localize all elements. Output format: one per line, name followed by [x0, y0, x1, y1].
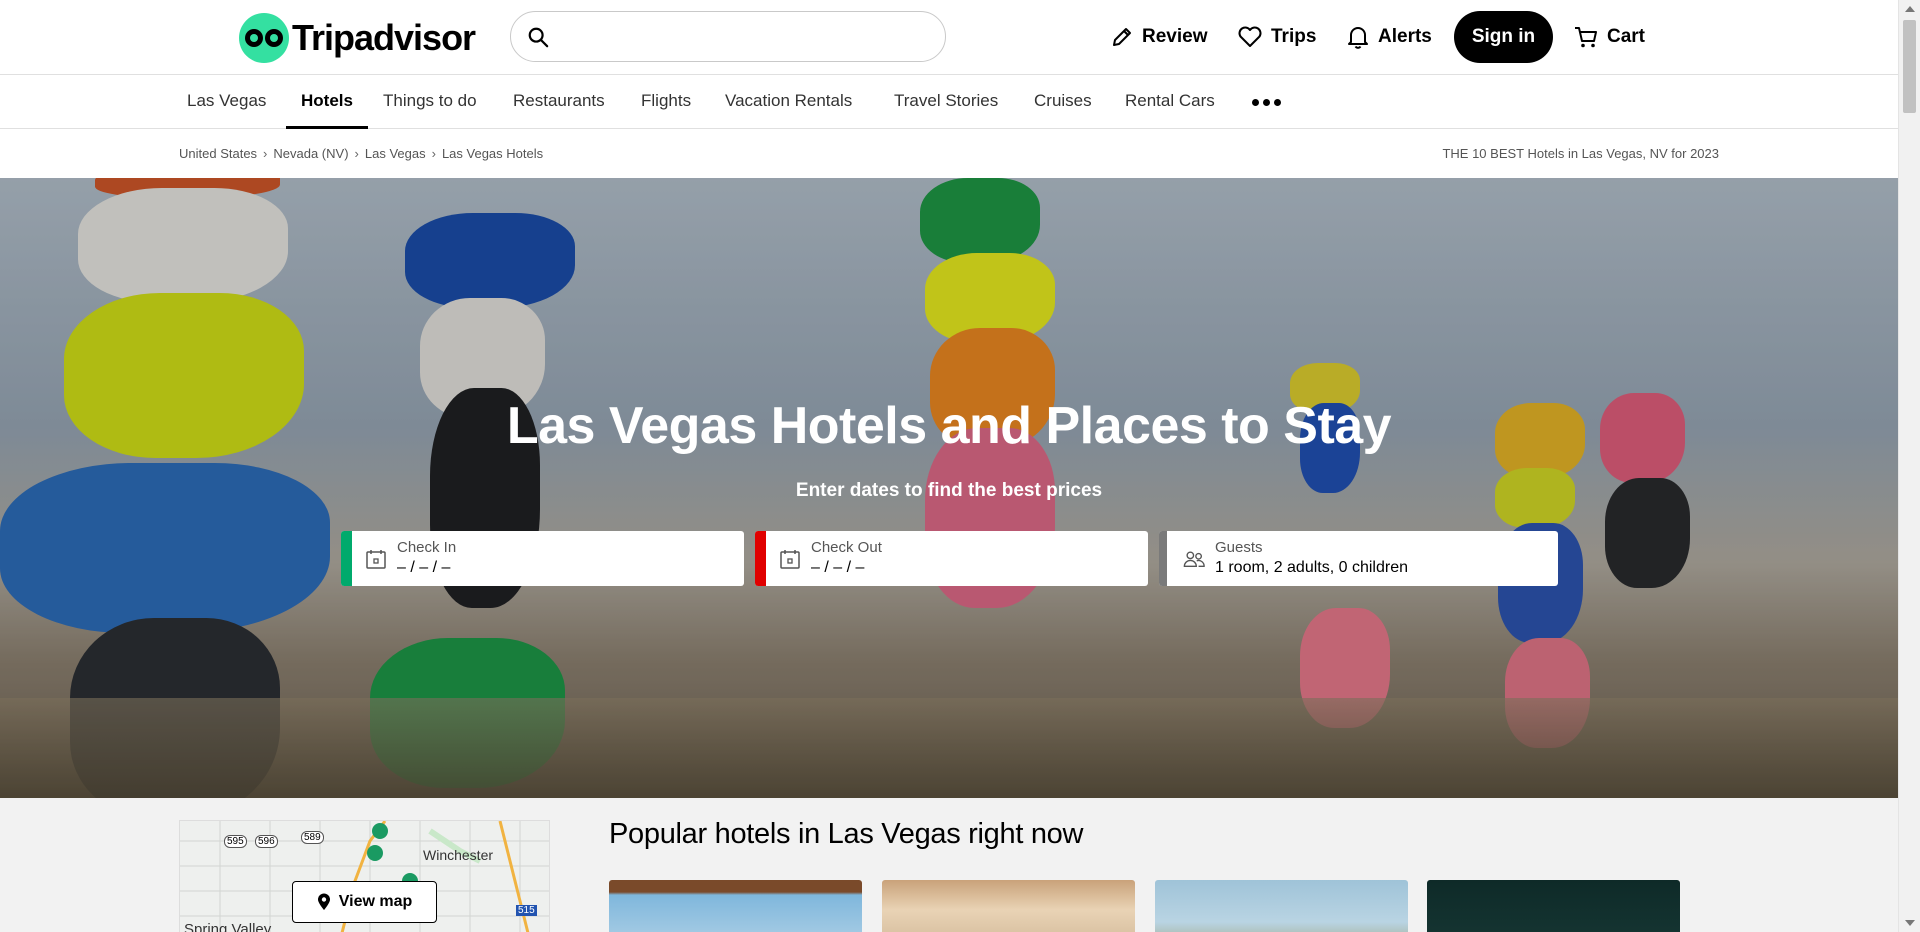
map-preview[interactable]: 595 596 589 515 Winchester Spring Valley…	[179, 820, 550, 932]
scroll-up-arrow-icon[interactable]	[1905, 6, 1915, 12]
cart-icon	[1575, 27, 1597, 48]
trips-link[interactable]: Trips	[1237, 11, 1316, 63]
section-title: Popular hotels in Las Vegas right now	[609, 818, 1084, 850]
breadcrumb: United States › Nevada (NV) › Las Vegas …	[179, 146, 543, 161]
calendar-icon	[366, 550, 386, 569]
hotel-card-image[interactable]	[609, 880, 862, 932]
sign-in-button[interactable]: Sign in	[1454, 11, 1553, 63]
tab-things-to-do[interactable]: Things to do	[383, 75, 477, 129]
map-pin-icon	[317, 893, 330, 910]
tripadvisor-logo[interactable]: Tripadvisor	[239, 13, 476, 63]
check-in-label: Check In	[397, 539, 457, 556]
category-tabs: Las Vegas Hotels Things to do Restaurant…	[0, 75, 1898, 129]
tab-las-vegas[interactable]: Las Vegas	[187, 75, 266, 129]
route-shield: 515	[516, 905, 537, 916]
owl-logo-icon	[239, 13, 289, 63]
hero-banner: Las Vegas Hotels and Places to Stay Ente…	[0, 178, 1898, 798]
scroll-down-arrow-icon[interactable]	[1905, 920, 1915, 926]
hotel-card-image[interactable]	[1155, 880, 1408, 932]
hotel-card-image[interactable]	[882, 880, 1135, 932]
breadcrumb-nevada[interactable]: Nevada (NV)	[273, 146, 348, 161]
breadcrumb-las-vegas-hotels: Las Vegas Hotels	[441, 146, 544, 161]
tab-travel-stories[interactable]: Travel Stories	[894, 75, 998, 129]
search-icon	[528, 27, 549, 48]
more-tabs-button[interactable]	[1252, 75, 1281, 129]
view-map-label: View map	[338, 893, 413, 910]
review-link[interactable]: Review	[1110, 11, 1207, 63]
guests-field[interactable]: Guests 1 room, 2 adults, 0 children	[1159, 531, 1558, 586]
breadcrumb-bar: United States › Nevada (NV) › Las Vegas …	[0, 129, 1898, 178]
content-area: 595 596 589 515 Winchester Spring Valley…	[0, 798, 1898, 932]
check-out-field[interactable]: Check Out – / – / –	[755, 531, 1148, 586]
map-place-label: Spring Valley	[184, 921, 272, 932]
hero-title: Las Vegas Hotels and Places to Stay	[506, 397, 1392, 455]
alerts-link[interactable]: Alerts	[1346, 11, 1432, 63]
route-shield: 595	[224, 835, 247, 848]
pencil-icon	[1113, 28, 1131, 46]
heart-icon	[1238, 26, 1262, 47]
guests-value: 1 room, 2 adults, 0 children	[1215, 559, 1408, 576]
route-shield: 589	[301, 831, 324, 844]
tab-cruises[interactable]: Cruises	[1034, 75, 1092, 129]
page-scrollbar[interactable]	[1898, 0, 1920, 932]
page-heading: THE 10 BEST Hotels in Las Vegas, NV for …	[1442, 146, 1719, 161]
tab-flights[interactable]: Flights	[641, 75, 691, 129]
search-input[interactable]	[510, 11, 946, 62]
tab-rental-cars[interactable]: Rental Cars	[1125, 75, 1215, 129]
guests-icon	[1183, 551, 1205, 568]
scrollbar-thumb[interactable]	[1903, 20, 1916, 113]
cart-label: Cart	[1607, 26, 1646, 47]
check-out-value: – / – / –	[811, 559, 865, 576]
chevron-right-icon: ›	[431, 146, 436, 161]
review-label: Review	[1142, 26, 1208, 47]
breadcrumb-las-vegas[interactable]: Las Vegas	[365, 146, 426, 161]
tab-hotels[interactable]: Hotels	[286, 75, 368, 129]
hotel-card-image[interactable]	[1427, 880, 1680, 932]
chevron-right-icon: ›	[263, 146, 268, 161]
check-out-label: Check Out	[811, 539, 882, 556]
check-in-field[interactable]: Check In – / – / –	[341, 531, 744, 586]
more-dots-icon	[1252, 98, 1259, 106]
brand-name: Tripadvisor	[292, 17, 476, 58]
guests-label: Guests	[1215, 539, 1263, 556]
top-header: Tripadvisor Review Trips Alerts Sign in …	[0, 0, 1898, 75]
bell-icon	[1348, 27, 1368, 49]
cart-link[interactable]: Cart	[1573, 11, 1645, 63]
check-in-value: – / – / –	[397, 559, 451, 576]
page: Tripadvisor Review Trips Alerts Sign in …	[0, 0, 1920, 932]
route-shield: 596	[255, 835, 278, 848]
view-map-button[interactable]: View map	[292, 881, 437, 923]
tab-restaurants[interactable]: Restaurants	[513, 75, 605, 129]
hero-subtitle: Enter dates to find the best prices	[795, 480, 1103, 501]
tab-vacation-rentals[interactable]: Vacation Rentals	[725, 75, 852, 129]
map-place-label: Winchester	[423, 847, 494, 863]
trips-label: Trips	[1271, 26, 1317, 47]
calendar-icon	[780, 550, 800, 569]
breadcrumb-united-states[interactable]: United States	[179, 146, 257, 161]
alerts-label: Alerts	[1378, 26, 1432, 47]
chevron-right-icon: ›	[354, 146, 359, 161]
